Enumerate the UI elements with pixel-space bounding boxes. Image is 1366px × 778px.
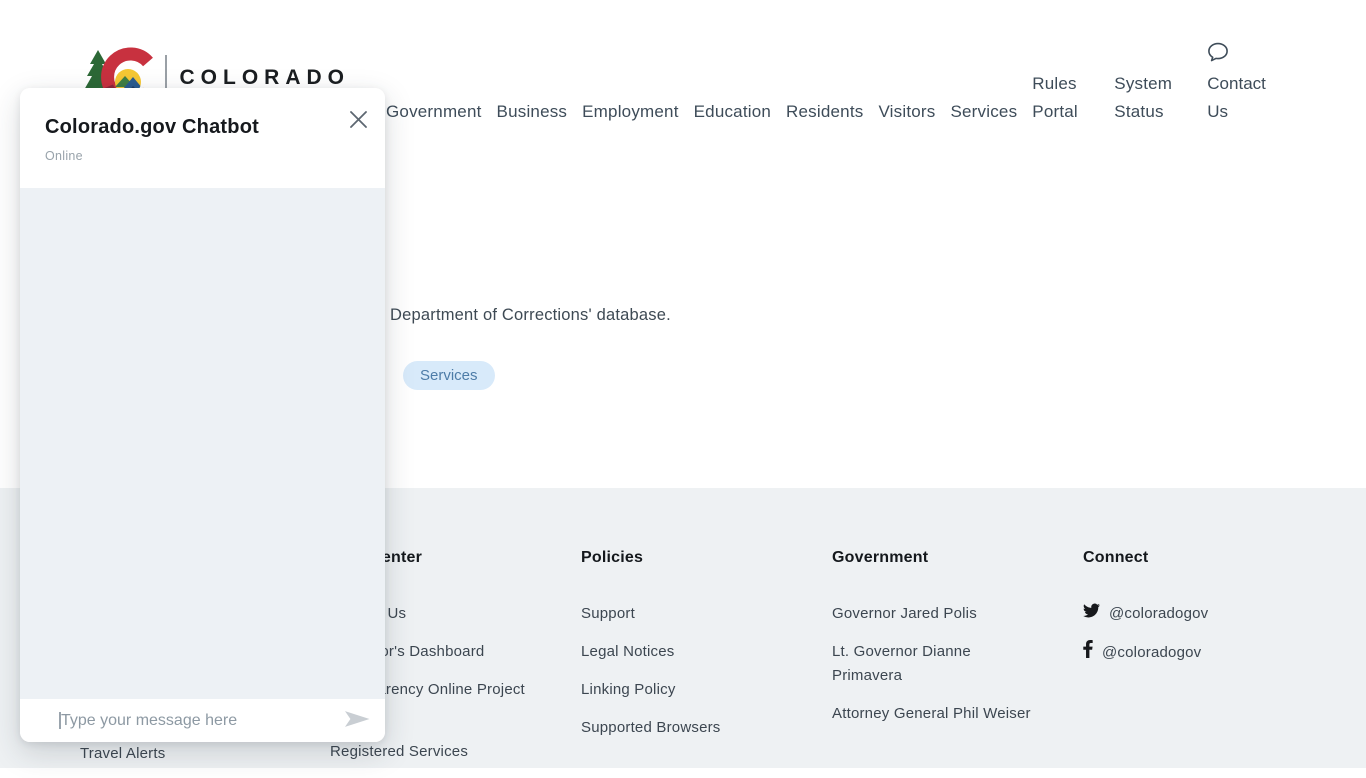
- nav-item-rules-portal[interactable]: Rules Portal: [1032, 70, 1084, 126]
- chatbot-input-bar: [20, 699, 385, 742]
- chatbot-message-area: [20, 188, 385, 699]
- nav-item-services[interactable]: Services: [950, 98, 1017, 126]
- chat-bubble-icon: [1207, 41, 1229, 63]
- chatbot-send-button[interactable]: [337, 708, 385, 733]
- chatbot-header: Colorado.gov Chatbot Online: [20, 88, 385, 188]
- facebook-handle: @coloradogov: [1102, 641, 1201, 665]
- chatbot-panel: Colorado.gov Chatbot Online: [20, 88, 385, 742]
- nav-item-education[interactable]: Education: [694, 98, 771, 126]
- footer-link-attorney-general[interactable]: Attorney General Phil Weiser: [832, 702, 1031, 726]
- page-description: Department of Corrections' database.: [390, 303, 671, 327]
- nav-item-contact-us[interactable]: Contact Us: [1207, 41, 1277, 126]
- footer-heading-government: Government: [832, 549, 1044, 567]
- text-caret: [59, 712, 61, 729]
- footer-column-policies: Policies Support Legal Notices Linking P…: [581, 549, 793, 754]
- footer-link-registered-services[interactable]: Registered Services: [330, 740, 468, 764]
- close-icon: [349, 117, 368, 132]
- footer-link-lt-governor[interactable]: Lt. Governor Dianne Primavera: [832, 640, 1044, 688]
- footer-link-governor[interactable]: Governor Jared Polis: [832, 602, 977, 626]
- footer-link-twitter[interactable]: @coloradogov: [1083, 602, 1295, 626]
- footer-link-travel-alerts[interactable]: Travel Alerts: [80, 742, 165, 766]
- chatbot-title: Colorado.gov Chatbot: [45, 114, 360, 140]
- top-navigation: Government Business Employment Education…: [386, 40, 1346, 126]
- wordmark: COLORADO: [180, 64, 351, 90]
- nav-item-residents[interactable]: Residents: [786, 98, 863, 126]
- footer-link-supported-browsers[interactable]: Supported Browsers: [581, 716, 721, 740]
- nav-item-government[interactable]: Government: [386, 98, 482, 126]
- footer-link-legal-notices[interactable]: Legal Notices: [581, 640, 675, 664]
- facebook-icon: [1083, 640, 1093, 666]
- footer-link-linking-policy[interactable]: Linking Policy: [581, 678, 676, 702]
- twitter-handle: @coloradogov: [1109, 602, 1208, 626]
- footer-heading-connect: Connect: [1083, 549, 1295, 567]
- chatbot-status: Online: [45, 149, 360, 163]
- nav-item-employment[interactable]: Employment: [582, 98, 678, 126]
- nav-item-visitors[interactable]: Visitors: [878, 98, 935, 126]
- page: COLORADO Government Business Employment …: [0, 0, 1366, 768]
- footer-link-support[interactable]: Support: [581, 602, 635, 626]
- nav-item-system-status[interactable]: System Status: [1114, 70, 1180, 126]
- contact-us-label: Contact Us: [1207, 70, 1277, 126]
- nav-item-business[interactable]: Business: [497, 98, 568, 126]
- chatbot-message-input[interactable]: [20, 699, 337, 742]
- footer-column-government: Government Governor Jared Polis Lt. Gove…: [832, 549, 1044, 740]
- send-icon: [343, 708, 371, 733]
- footer-heading-policies: Policies: [581, 549, 793, 567]
- services-tag[interactable]: Services: [403, 361, 495, 390]
- chatbot-close-button[interactable]: [346, 108, 370, 132]
- footer-link-facebook[interactable]: @coloradogov: [1083, 640, 1295, 666]
- twitter-icon: [1083, 602, 1100, 626]
- footer-column-connect: Connect @coloradogov: [1083, 549, 1295, 680]
